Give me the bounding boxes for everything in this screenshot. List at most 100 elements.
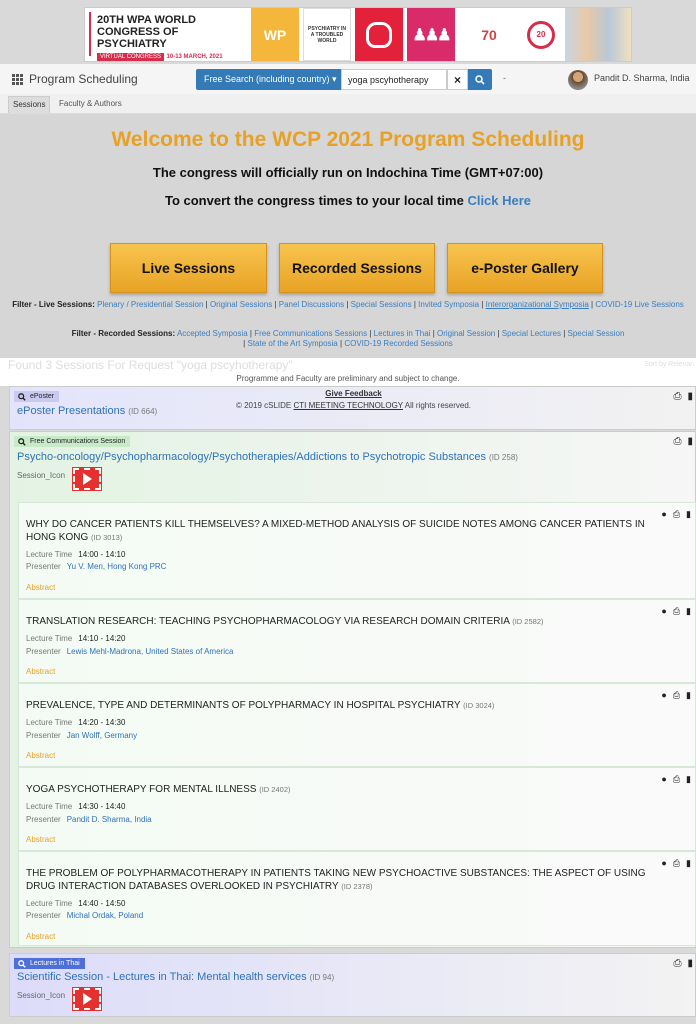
filter-state-of-the-art[interactable]: State of the Art Symposia <box>247 339 337 348</box>
banner-dates: 10-13 MARCH, 2021 <box>166 54 223 60</box>
filter-lectures-in-thai[interactable]: Lectures in Thai <box>374 329 431 338</box>
session-title[interactable]: Scientific Session - Lectures in Thai: M… <box>17 971 334 983</box>
live-filter-label: Filter - Live Sessions: <box>12 300 95 309</box>
list-item[interactable]: ● ⎙ ▮ PREVALENCE, TYPE AND DETERMINANTS OF… <box>18 683 696 767</box>
eposter-gallery-button[interactable]: e-Poster Gallery <box>447 243 603 293</box>
abstract-title[interactable]: TRANSLATION RESEARCH: TEACHING PSYCHOPHA… <box>26 615 666 628</box>
grid-menu-icon[interactable] <box>12 73 23 85</box>
bookmark-icon[interactable]: ▮ <box>687 958 693 969</box>
list-item[interactable]: ● ⎙ ▮ WHY DO CANCER PATIENTS KILL THEMSELV… <box>18 502 696 599</box>
print-icon[interactable]: ⎙ <box>673 509 680 520</box>
session-actions: ⎙ ▮ <box>673 958 693 969</box>
bookmark-icon[interactable]: ▮ <box>687 436 693 447</box>
filter-free-communications[interactable]: Free Communications Sessions <box>254 329 367 338</box>
convert-time-line: To convert the congress times to your lo… <box>0 193 696 208</box>
search-button[interactable] <box>468 69 492 90</box>
tab-bar: Sessions Faculty & Authors <box>0 94 696 114</box>
list-item[interactable]: ● ⎙ ▮ YOGA PSYCHOTHERAPY FOR MENTAL ILLNES… <box>18 767 696 851</box>
filter-special-session[interactable]: Special Session <box>568 329 625 338</box>
tab-sessions[interactable]: Sessions <box>8 96 51 113</box>
presenter: Presenter Jan Wolff, Germany <box>26 731 138 740</box>
lecture-time: Lecture Time 14:10 - 14:20 <box>26 634 126 643</box>
filter-original-sessions[interactable]: Original Sessions <box>210 300 272 309</box>
bookmark-icon[interactable]: ▮ <box>686 858 691 869</box>
filter-plenary[interactable]: Plenary / Presidential Session <box>97 300 203 309</box>
virtual-congress-label: VIRTUAL CONGRESS <box>97 53 165 61</box>
filter-special-sessions[interactable]: Special Sessions <box>351 300 412 309</box>
abstract-link[interactable]: Abstract <box>26 835 55 844</box>
print-icon[interactable]: ⎙ <box>673 774 680 785</box>
bookmark-icon[interactable]: ▮ <box>686 509 691 520</box>
filter-covid-live[interactable]: COVID-19 Live Sessions <box>595 300 683 309</box>
welcome-title: Welcome to the WCP 2021 Program Scheduli… <box>111 128 585 151</box>
search-input[interactable]: yoga pscyhotherapy <box>341 69 447 90</box>
filter-interorganizational-symposia[interactable]: Interorganizational Symposia <box>486 300 589 309</box>
print-icon[interactable]: ⎙ <box>673 436 681 447</box>
clear-search-button[interactable]: × <box>447 69 468 90</box>
convert-time-text: To convert the congress times to your lo… <box>164 193 464 208</box>
filter-covid-recorded[interactable]: COVID-19 Recorded Sessions <box>344 339 453 348</box>
filter-panel-discussions[interactable]: Panel Discussions <box>279 300 344 309</box>
presenter-link[interactable]: Yu V. Men, Hong Kong PRC <box>67 562 167 571</box>
wp-logo-tile: WP <box>251 8 299 61</box>
filter-invited-symposia[interactable]: Invited Symposia <box>418 300 479 309</box>
session-card-lectures-thai[interactable]: Lectures in Thai Scientific Session - Le… <box>9 953 696 1017</box>
print-icon[interactable]: ⎙ <box>673 391 681 402</box>
wpa-congress-logo: 20TH WPA WORLD CONGRESS OF PSYCHIATRY VI… <box>85 8 247 61</box>
separator-dash: - <box>503 73 506 83</box>
abstract-link[interactable]: Abstract <box>26 667 55 676</box>
presenter: Presenter Pandit D. Sharma, India <box>26 815 152 824</box>
abstract-title[interactable]: THE PROBLEM OF POLYPHARMACOTHERAPY IN PA… <box>26 867 666 893</box>
list-item[interactable]: ● ⎙ ▮ THE PROBLEM OF POLYPHARMACOTHERAPY I… <box>18 851 696 946</box>
abstract-title[interactable]: YOGA PSYCHOTHERAPY FOR MENTAL ILLNESS (I… <box>26 783 666 796</box>
session-card-eposter[interactable]: ePoster ePoster Presentations (ID 664) G… <box>9 386 696 430</box>
70-anniversary-logo: 70 <box>459 8 519 61</box>
session-actions: ⎙ ▮ <box>673 436 693 447</box>
abstract-link[interactable]: Abstract <box>26 583 55 592</box>
print-icon[interactable]: ⎙ <box>673 606 680 617</box>
banner-line2: CONGRESS OF PSYCHIATRY <box>97 26 179 50</box>
sort-by[interactable]: Sort by Relevan <box>644 361 694 368</box>
video-icon[interactable] <box>72 467 102 491</box>
filter-accepted-symposia[interactable]: Accepted Symposia <box>177 329 248 338</box>
abstract-link[interactable]: Abstract <box>26 751 55 760</box>
session-type-tag: Lectures in Thai <box>14 958 85 969</box>
filter-original-session[interactable]: Original Session <box>437 329 495 338</box>
abstract-title[interactable]: PREVALENCE, TYPE AND DETERMINANTS OF POL… <box>26 699 666 712</box>
abstract-link[interactable]: Abstract <box>26 932 55 941</box>
bookmark-icon[interactable]: ▮ <box>686 774 691 785</box>
recorded-sessions-button[interactable]: Recorded Sessions <box>279 243 435 293</box>
session-type-tag: Free Communications Session <box>14 436 131 447</box>
print-icon[interactable]: ⎙ <box>673 690 680 701</box>
search-icon <box>475 74 485 85</box>
abstract-title[interactable]: WHY DO CANCER PATIENTS KILL THEMSELVES? … <box>26 518 666 544</box>
tab-faculty-authors[interactable]: Faculty & Authors <box>55 96 126 113</box>
filter-special-lectures[interactable]: Special Lectures <box>502 329 561 338</box>
banner-line1: 20TH WPA WORLD <box>97 14 196 26</box>
app-title[interactable]: Program Scheduling <box>12 72 138 86</box>
recorded-filter-label: Filter - Recorded Sessions: <box>71 329 176 338</box>
print-icon[interactable]: ⎙ <box>673 958 681 969</box>
presenter: Presenter Yu V. Men, Hong Kong PRC <box>26 562 167 571</box>
bookmark-icon[interactable]: ▮ <box>686 606 691 617</box>
session-card-free-communications[interactable]: Free Communications Session Psycho-oncol… <box>9 431 696 948</box>
list-item[interactable]: ● ⎙ ▮ TRANSLATION RESEARCH: TEACHING PSYCH… <box>18 599 696 683</box>
click-here-link[interactable]: Click Here <box>467 193 531 208</box>
avatar[interactable] <box>568 70 588 90</box>
bookmark-icon[interactable]: ▮ <box>687 391 693 402</box>
search-scope-dropdown[interactable]: Free Search (including country) ▾ <box>196 69 341 90</box>
user-name[interactable]: Pandit D. Sharma, India <box>594 73 690 83</box>
presenter-link[interactable]: Pandit D. Sharma, India <box>67 815 152 824</box>
session-icon-label: Session_Icon <box>17 991 66 1000</box>
bookmark-icon[interactable]: ▮ <box>686 690 691 701</box>
session-title[interactable]: Psycho-oncology/Psychopharmacology/Psych… <box>17 451 518 463</box>
presenter-link[interactable]: Jan Wolff, Germany <box>67 731 137 740</box>
video-icon[interactable] <box>72 987 102 1011</box>
presenter-link[interactable]: Lewis Mehl-Madrona, United States of Ame… <box>67 647 234 656</box>
cti-link[interactable]: CTI MEETING TECHNOLOGY <box>293 401 403 410</box>
give-feedback-link[interactable]: Give Feedback <box>10 389 696 398</box>
copyright: © 2019 cSLIDE CTI MEETING TECHNOLOGY All… <box>235 401 472 410</box>
print-icon[interactable]: ⎙ <box>673 858 680 869</box>
presenter-link[interactable]: Michal Ordak, Poland <box>67 911 143 920</box>
live-sessions-button[interactable]: Live Sessions <box>110 243 267 293</box>
